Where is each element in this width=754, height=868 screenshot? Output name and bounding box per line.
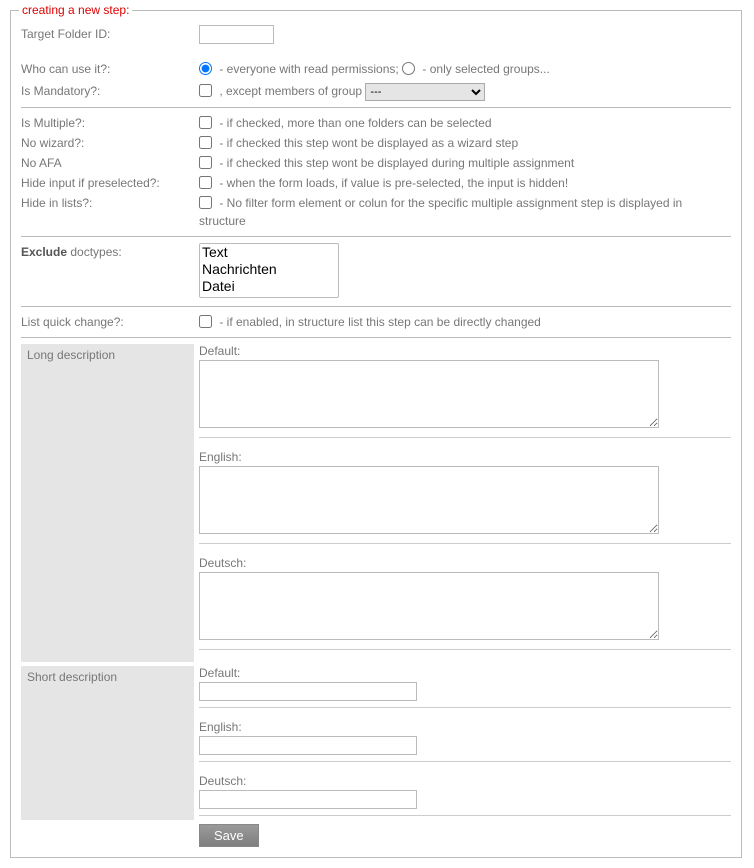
- label-is-multiple: Is Multiple?:: [21, 114, 199, 130]
- separator: [21, 236, 731, 237]
- hint-no-wizard: - if checked this step wont be displayed…: [216, 136, 518, 150]
- hint-is-multiple: - if checked, more than one folders can …: [216, 116, 492, 130]
- textarea-longdesc-english[interactable]: [199, 466, 659, 534]
- checkbox-is-multiple[interactable]: [199, 116, 212, 129]
- section-long-description: Long description Default: English: Deuts…: [21, 344, 731, 662]
- row-exclude-doctypes: Exclude doctypes: Text Nachrichten Datei: [21, 243, 731, 300]
- checkbox-list-quick-change[interactable]: [199, 315, 212, 328]
- row-is-mandatory: Is Mandatory?: , except members of group…: [21, 82, 731, 101]
- row-who-can-use: Who can use it?: - everyone with read pe…: [21, 60, 731, 78]
- radio-selected-groups-label: - only selected groups...: [419, 62, 550, 76]
- label-hide-lists: Hide in lists?:: [21, 194, 199, 210]
- label-target-folder: Target Folder ID:: [21, 25, 199, 41]
- step-form-panel: creating a new step: Target Folder ID: W…: [10, 10, 742, 858]
- separator: [199, 437, 731, 438]
- row-list-quick-change: List quick change?: - if enabled, in str…: [21, 313, 731, 331]
- label-no-afa: No AFA: [21, 154, 199, 170]
- target-folder-input[interactable]: [199, 25, 274, 44]
- separator: [21, 306, 731, 307]
- label-longdesc-default: Default:: [199, 344, 731, 358]
- checkbox-hide-input[interactable]: [199, 176, 212, 189]
- separator: [199, 543, 731, 544]
- mandatory-text: , except members of group: [216, 84, 365, 98]
- separator: [199, 707, 731, 708]
- separator: [21, 107, 731, 108]
- label-list-quick-change: List quick change?:: [21, 313, 199, 329]
- hint-hide-input: - when the form loads, if value is pre-s…: [216, 176, 568, 190]
- row-hide-lists: Hide in lists?: - No filter form element…: [21, 194, 731, 230]
- select-except-group[interactable]: ---: [365, 83, 485, 101]
- label-exclude-rest: doctypes:: [70, 245, 121, 259]
- label-is-mandatory: Is Mandatory?:: [21, 82, 199, 98]
- sidebar-short-description: Short description: [21, 666, 194, 820]
- checkbox-hide-lists[interactable]: [199, 196, 212, 209]
- row-hide-input: Hide input if preselected?: - when the f…: [21, 174, 731, 192]
- hint-hide-lists: - No filter form element or colun for th…: [199, 196, 682, 228]
- separator: [199, 815, 731, 816]
- separator: [21, 337, 731, 338]
- radio-everyone[interactable]: [199, 62, 212, 75]
- checkbox-no-wizard[interactable]: [199, 136, 212, 149]
- label-hide-input: Hide input if preselected?:: [21, 174, 199, 190]
- label-exclude-bold: Exclude: [21, 245, 67, 259]
- label-shortdesc-english: English:: [199, 720, 731, 734]
- textarea-longdesc-deutsch[interactable]: [199, 572, 659, 640]
- label-longdesc-english: English:: [199, 450, 731, 464]
- panel-legend: creating a new step:: [19, 3, 132, 17]
- input-shortdesc-default[interactable]: [199, 682, 417, 701]
- textarea-longdesc-default[interactable]: [199, 360, 659, 428]
- checkbox-no-afa[interactable]: [199, 156, 212, 169]
- input-shortdesc-deutsch[interactable]: [199, 790, 417, 809]
- input-shortdesc-english[interactable]: [199, 736, 417, 755]
- section-short-description: Short description Default: English: Deut…: [21, 666, 731, 820]
- row-no-afa: No AFA - if checked this step wont be di…: [21, 154, 731, 172]
- separator: [199, 649, 731, 650]
- row-target-folder: Target Folder ID:: [21, 25, 731, 44]
- label-who-can-use: Who can use it?:: [21, 60, 199, 76]
- label-shortdesc-default: Default:: [199, 666, 731, 680]
- row-is-multiple: Is Multiple?: - if checked, more than on…: [21, 114, 731, 132]
- sidebar-long-description: Long description: [21, 344, 194, 662]
- label-no-wizard: No wizard?:: [21, 134, 199, 150]
- save-button[interactable]: Save: [199, 824, 259, 847]
- checkbox-mandatory[interactable]: [199, 84, 212, 97]
- row-no-wizard: No wizard?: - if checked this step wont …: [21, 134, 731, 152]
- label-shortdesc-deutsch: Deutsch:: [199, 774, 731, 788]
- radio-selected-groups[interactable]: [402, 62, 415, 75]
- radio-everyone-label: - everyone with read permissions;: [216, 62, 402, 76]
- hint-list-quick-change: - if enabled, in structure list this ste…: [216, 315, 541, 329]
- row-save: Save: [21, 824, 731, 847]
- hint-no-afa: - if checked this step wont be displayed…: [216, 156, 574, 170]
- select-exclude-doctypes[interactable]: Text Nachrichten Datei: [199, 243, 339, 298]
- label-longdesc-deutsch: Deutsch:: [199, 556, 731, 570]
